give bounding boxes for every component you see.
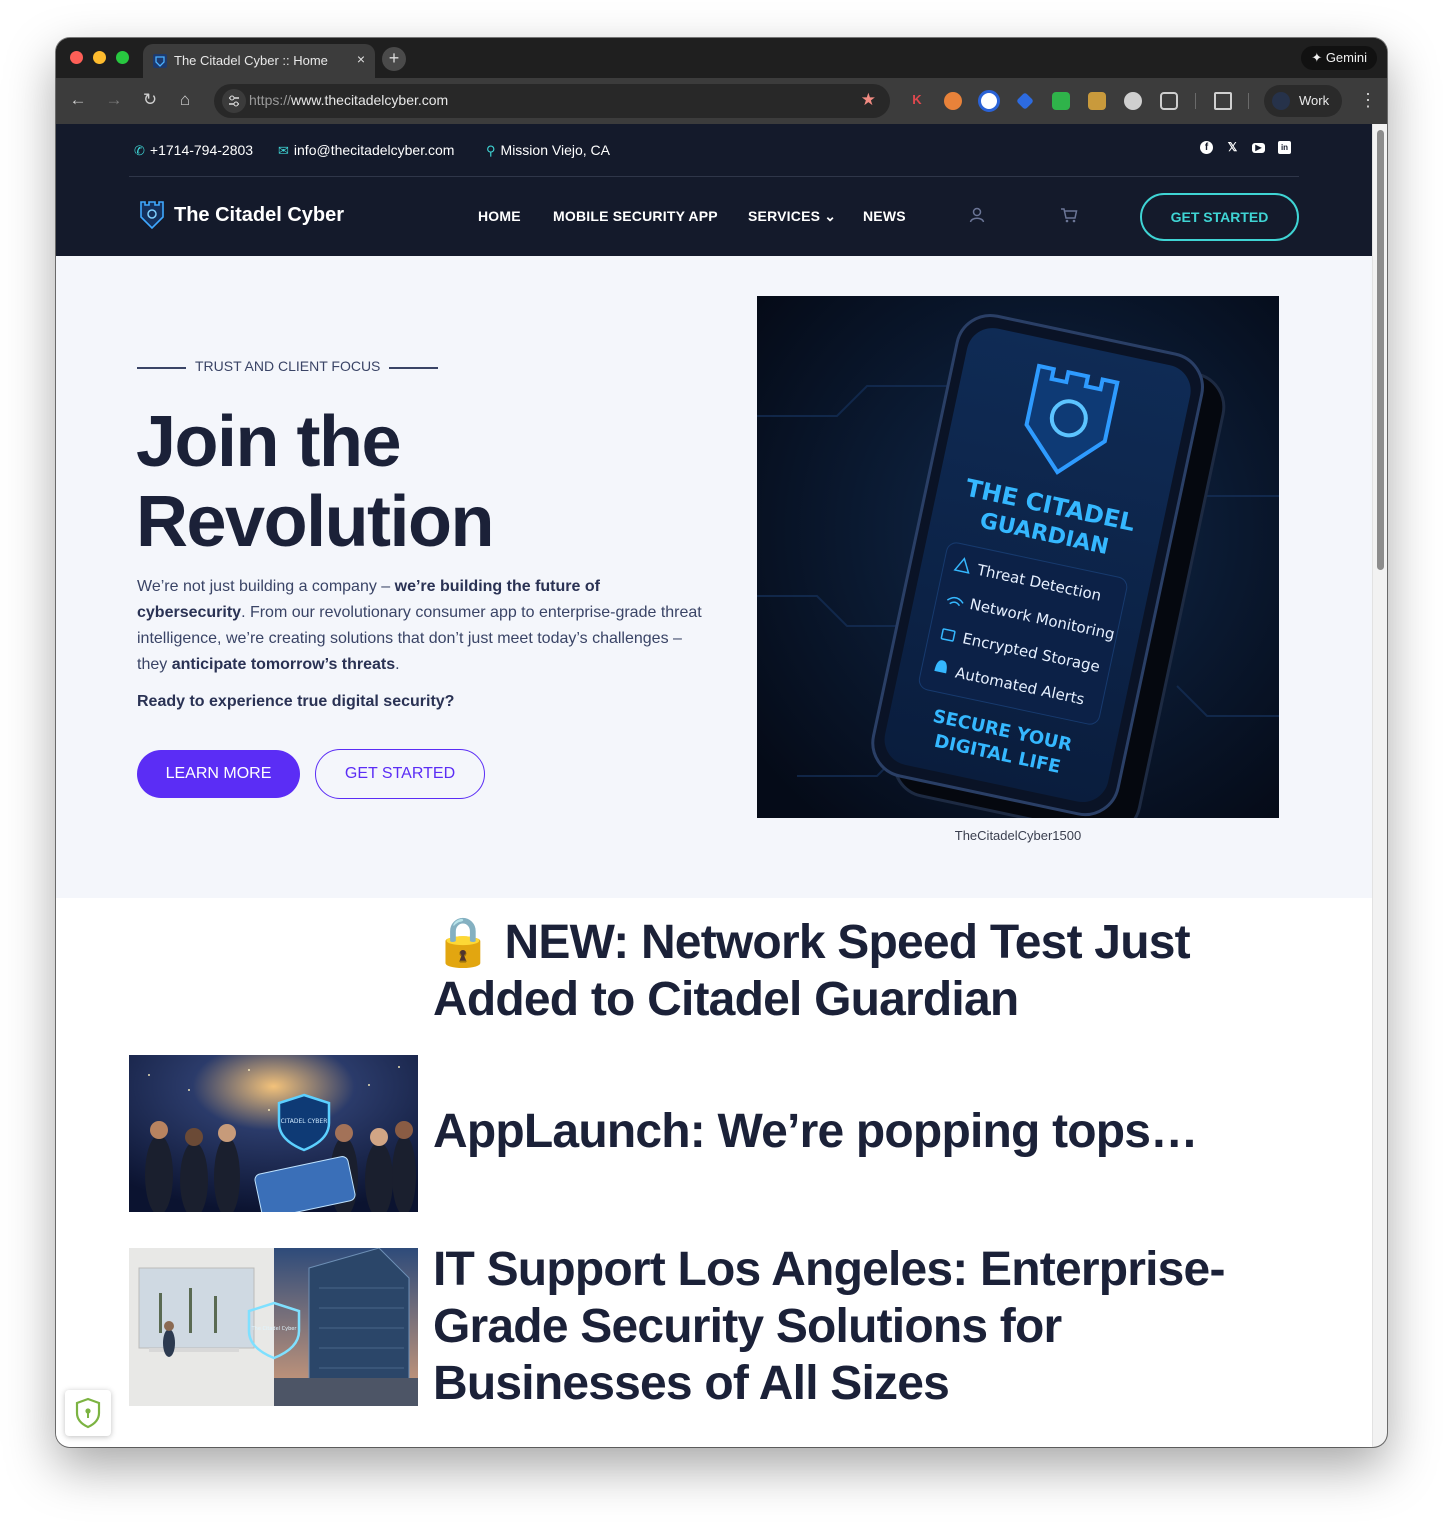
- news-thumb-applaunch[interactable]: CITADEL CYBER: [129, 1055, 418, 1212]
- gemini-button[interactable]: ✦ Gemini: [1301, 46, 1377, 70]
- browser-toolbar: ← → ↻ ⌂ https://www.thecitadelcyber.com …: [56, 78, 1387, 124]
- tab-close-icon[interactable]: ×: [357, 51, 365, 67]
- hero-kicker: TRUST AND CLIENT FOCUS: [195, 358, 381, 374]
- news-title-1-line-1: 🔒 NEW: Network Speed Test Just: [433, 916, 1191, 969]
- x-twitter-icon[interactable]: 𝕏: [1226, 141, 1239, 154]
- hero-image-caption: TheCitadelCyber1500: [954, 828, 1082, 843]
- address-bar[interactable]: https://www.thecitadelcyber.com ★: [214, 84, 890, 118]
- extensions-puzzle-icon[interactable]: [1160, 92, 1178, 110]
- extension-k-icon[interactable]: K: [908, 92, 926, 110]
- url-scheme: https://: [249, 92, 292, 108]
- it-support-image: The Citadel Cyber: [129, 1248, 418, 1406]
- hero-section: TRUST AND CLIENT FOCUS Join the Revoluti…: [56, 256, 1372, 898]
- minimize-window-button[interactable]: [93, 51, 106, 64]
- tab-strip: The Citadel Cyber :: Home × + ✦ Gemini: [56, 38, 1387, 78]
- topbar-phone[interactable]: ✆ +1714-794-2803: [134, 142, 253, 159]
- tab-active[interactable]: The Citadel Cyber :: Home ×: [143, 44, 375, 78]
- site-header: ✆ +1714-794-2803 ✉ info@thecitadelcyber.co…: [56, 124, 1372, 256]
- extension-badge-icon[interactable]: [1088, 92, 1106, 110]
- nav-home[interactable]: HOME: [478, 208, 521, 224]
- maximize-window-button[interactable]: [116, 51, 129, 64]
- news-title-3-line-3: Businesses of All Sizes: [433, 1357, 950, 1410]
- home-icon[interactable]: ⌂: [175, 90, 195, 110]
- forward-icon[interactable]: →: [104, 90, 124, 110]
- url-text: https://www.thecitadelcyber.com: [249, 92, 448, 108]
- profile-avatar: [1272, 92, 1290, 110]
- applaunch-shield-text: CITADEL CYBER: [281, 1118, 328, 1125]
- nav-news[interactable]: NEWS: [863, 208, 906, 224]
- site-info-icon[interactable]: [222, 89, 246, 113]
- scrollbar-thumb[interactable]: [1377, 130, 1384, 570]
- hero-body-part: We’re not just building a company –: [137, 578, 395, 595]
- extension-gear-icon[interactable]: [978, 90, 1000, 112]
- phone-icon: ✆: [134, 143, 145, 158]
- phone-illustration: THE CITADEL GUARDIAN Threat Detection Ne…: [757, 296, 1279, 818]
- page-scrollbar[interactable]: [1372, 124, 1387, 1447]
- shield-icon: [75, 1397, 101, 1429]
- nav-services[interactable]: SERVICES ⌄: [748, 208, 836, 225]
- header-get-started-button[interactable]: GET STARTED: [1140, 193, 1299, 241]
- page-viewport: ✆ +1714-794-2803 ✉ info@thecitadelcyber.co…: [56, 124, 1372, 1447]
- news-thumb-it-support[interactable]: The Citadel Cyber: [129, 1248, 418, 1406]
- toolbar-divider: [1195, 93, 1196, 109]
- news-title-2[interactable]: AppLaunch: We’re popping tops…: [433, 1103, 1198, 1160]
- learn-more-button[interactable]: LEARN MORE: [137, 750, 300, 798]
- news-title-1-line-2: Added to Citadel Guardian: [433, 973, 1019, 1026]
- location-pin-icon: ⚲: [486, 143, 496, 158]
- hero-title: Join the Revolution: [136, 402, 495, 562]
- reload-icon[interactable]: ↻: [140, 90, 160, 110]
- news-title-2-line-1: AppLaunch: We’re popping tops…: [433, 1105, 1198, 1158]
- facebook-icon[interactable]: f: [1200, 141, 1213, 154]
- youtube-icon[interactable]: ▶: [1252, 143, 1265, 153]
- topbar-email[interactable]: ✉ info@thecitadelcyber.com: [278, 142, 454, 159]
- news-title-1[interactable]: 🔒 NEW: Network Speed Test Just Added to …: [433, 914, 1191, 1028]
- url-host: www.thecitadelcyber.com: [291, 92, 449, 108]
- location-text: Mission Viejo, CA: [500, 142, 610, 158]
- it-support-shield-text: The Citadel Cyber: [251, 1326, 298, 1332]
- tab-title: The Citadel Cyber :: Home: [174, 53, 328, 68]
- extension-robot-icon[interactable]: [944, 92, 962, 110]
- tab-search-icon[interactable]: [1214, 92, 1232, 110]
- bookmark-star-icon[interactable]: ★: [861, 90, 876, 110]
- citadel-shield-logo-icon[interactable]: [139, 200, 165, 230]
- site-logo-text[interactable]: The Citadel Cyber: [174, 204, 344, 227]
- back-icon[interactable]: ←: [68, 90, 88, 110]
- phone-text: +1714-794-2803: [149, 142, 254, 158]
- browser-window: The Citadel Cyber :: Home × + ✦ Gemini ←…: [56, 38, 1387, 1447]
- applaunch-image: CITADEL CYBER: [129, 1055, 418, 1212]
- hero-body-part: .: [395, 656, 400, 673]
- news-title-3-line-2: Grade Security Solutions for: [433, 1300, 1062, 1353]
- citadel-favicon-icon: [153, 54, 167, 68]
- extension-green-icon[interactable]: [1052, 92, 1070, 110]
- nav-mobile-security-app[interactable]: MOBILE SECURITY APP: [553, 208, 718, 224]
- kicker-line-left: [137, 367, 186, 369]
- linkedin-icon[interactable]: in: [1278, 141, 1291, 154]
- toolbar-divider: [1248, 93, 1249, 109]
- hero-ready-text: Ready to experience true digital securit…: [137, 693, 455, 710]
- profile-button[interactable]: Work: [1264, 85, 1342, 117]
- extension-shield-icon[interactable]: [1124, 92, 1142, 110]
- news-section: 🔒 NEW: Network Speed Test Just Added to …: [56, 898, 1372, 1447]
- topbar-location: ⚲ Mission Viejo, CA: [486, 142, 610, 159]
- hero-phone-image: THE CITADEL GUARDIAN Threat Detection Ne…: [757, 296, 1279, 818]
- mail-icon: ✉: [278, 143, 289, 158]
- news-title-3-line-1: IT Support Los Angeles: Enterprise-: [433, 1243, 1225, 1296]
- new-tab-button[interactable]: +: [382, 47, 406, 71]
- shopping-cart-icon[interactable]: [1060, 206, 1078, 224]
- email-text: info@thecitadelcyber.com: [293, 142, 455, 158]
- hero-title-line-2: Revolution: [136, 482, 495, 562]
- profile-label: Work: [1299, 93, 1330, 108]
- kicker-line-right: [389, 367, 438, 369]
- close-window-button[interactable]: [70, 51, 83, 64]
- header-divider: [129, 176, 1299, 177]
- account-user-icon[interactable]: [968, 206, 986, 224]
- hero-body-bold: anticipate tomorrow’s threats: [171, 656, 396, 673]
- extension-tag-icon[interactable]: [1016, 92, 1034, 110]
- security-badge-widget[interactable]: [65, 1390, 111, 1436]
- hero-get-started-button[interactable]: GET STARTED: [315, 749, 485, 799]
- hero-description: We’re not just building a company – we’r…: [137, 574, 707, 678]
- hero-title-line-1: Join the: [136, 402, 402, 482]
- news-title-3[interactable]: IT Support Los Angeles: Enterprise- Grad…: [433, 1241, 1225, 1412]
- browser-menu-icon[interactable]: ⋮: [1359, 90, 1377, 111]
